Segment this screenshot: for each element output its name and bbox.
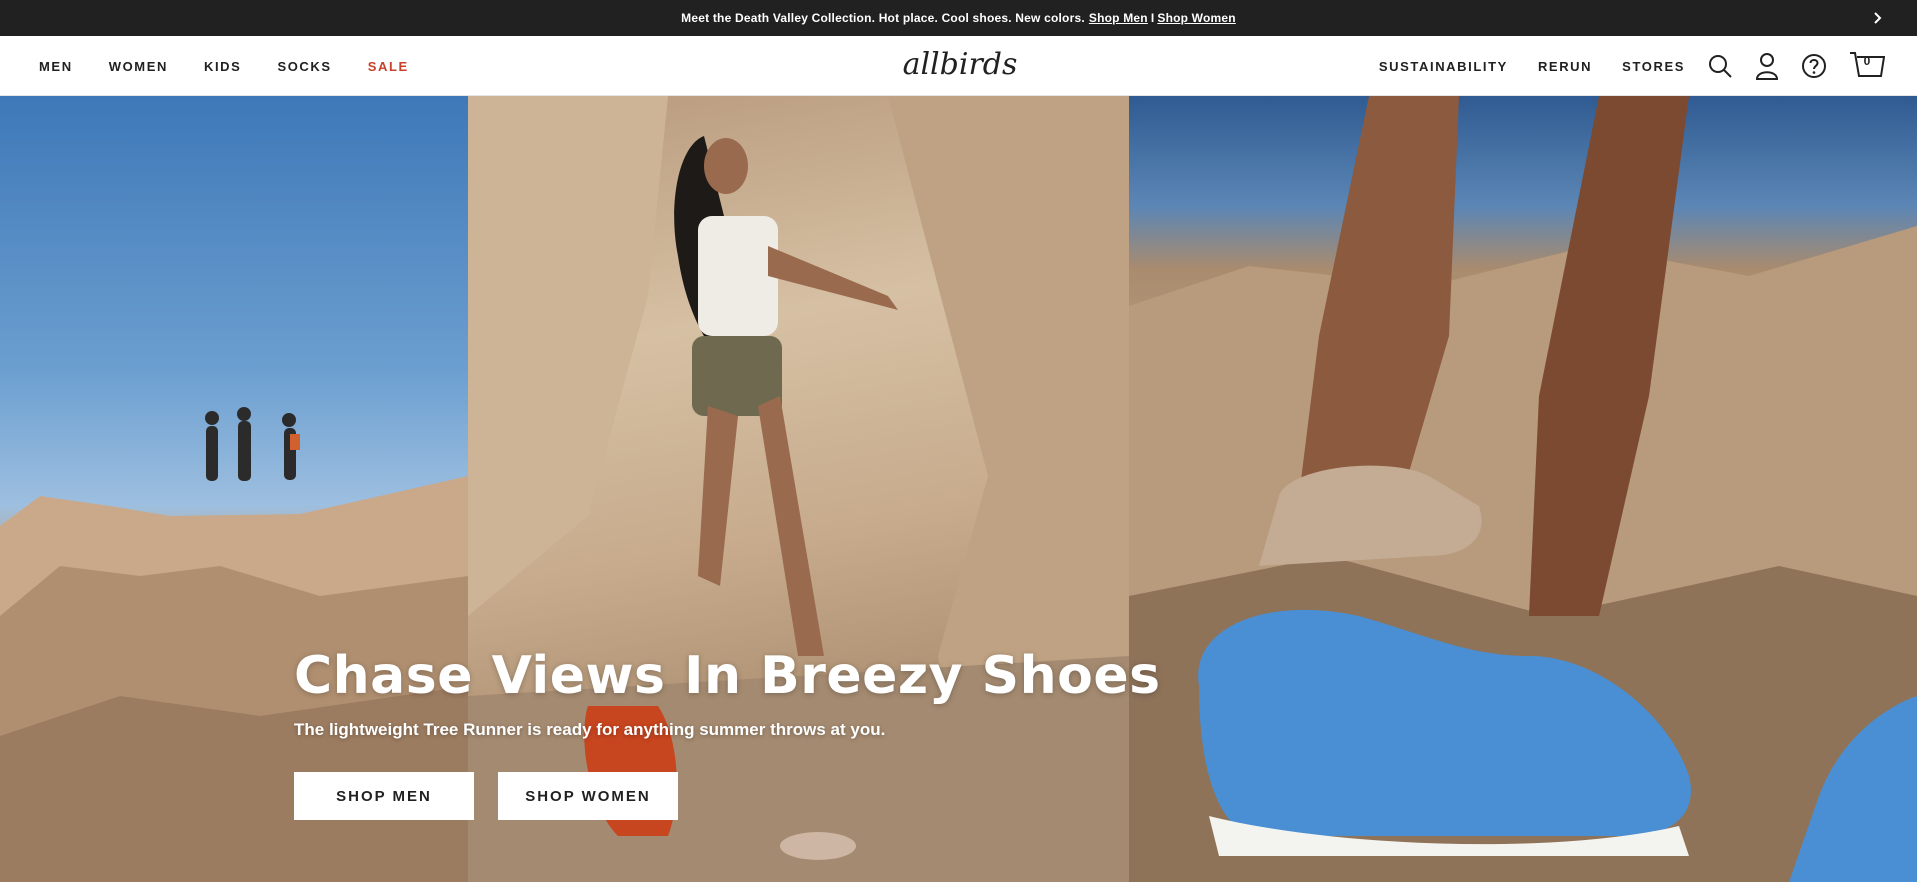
primary-nav: MEN WOMEN KIDS SOCKS SALE [39, 36, 445, 96]
hero-image-hikers [0, 96, 468, 882]
announcement-shop-men-link[interactable]: Shop Men [1089, 11, 1148, 25]
hero-subtitle: The lightweight Tree Runner is ready for… [294, 720, 886, 739]
hero-image-climber [468, 96, 1129, 882]
chevron-right-icon[interactable] [1869, 9, 1887, 27]
announcement-message: Meet the Death Valley Collection. Hot pl… [681, 11, 1085, 25]
shop-men-button[interactable]: SHOP MEN [294, 772, 474, 820]
nav-item-kids[interactable]: KIDS [204, 59, 241, 74]
help-icon[interactable] [1801, 53, 1827, 79]
secondary-nav: SUSTAINABILITY RERUN STORES 0 [1349, 36, 1885, 96]
nav-item-sale[interactable]: SALE [368, 59, 409, 74]
hero-image-shoe-closeup [1129, 96, 1917, 882]
announcement-separator: I [1150, 11, 1155, 25]
nav-item-men[interactable]: MEN [39, 59, 73, 74]
nav-item-sustainability[interactable]: SUSTAINABILITY [1379, 59, 1508, 74]
allbirds-logo[interactable]: allbirds [898, 44, 1022, 88]
hero-title: Chase Views In Breezy Shoes [294, 646, 1161, 706]
svg-text:allbirds: allbirds [903, 47, 1018, 82]
cart-icon[interactable]: 0 [1849, 50, 1885, 82]
announcement-bar: Meet the Death Valley Collection. Hot pl… [0, 0, 1917, 36]
allbirds-logo-wordmark: allbirds [903, 47, 1018, 82]
cart-count: 0 [1863, 54, 1871, 68]
announcement-shop-women-link[interactable]: Shop Women [1157, 11, 1235, 25]
hero-copy: Chase Views In Breezy Shoes The lightwei… [294, 646, 1161, 740]
nav-item-women[interactable]: WOMEN [109, 59, 168, 74]
nav-item-rerun[interactable]: RERUN [1538, 59, 1592, 74]
nav-item-stores[interactable]: STORES [1622, 59, 1685, 74]
hero-cta-group: SHOP MEN SHOP WOMEN [294, 772, 702, 820]
account-icon[interactable] [1755, 52, 1779, 80]
site-header: MEN WOMEN KIDS SOCKS SALE allbirds SUSTA… [0, 36, 1917, 96]
search-icon[interactable] [1707, 53, 1733, 79]
hero-banner: Chase Views In Breezy Shoes The lightwei… [0, 96, 1917, 882]
shop-women-button[interactable]: SHOP WOMEN [498, 772, 678, 820]
nav-item-socks[interactable]: SOCKS [277, 59, 331, 74]
